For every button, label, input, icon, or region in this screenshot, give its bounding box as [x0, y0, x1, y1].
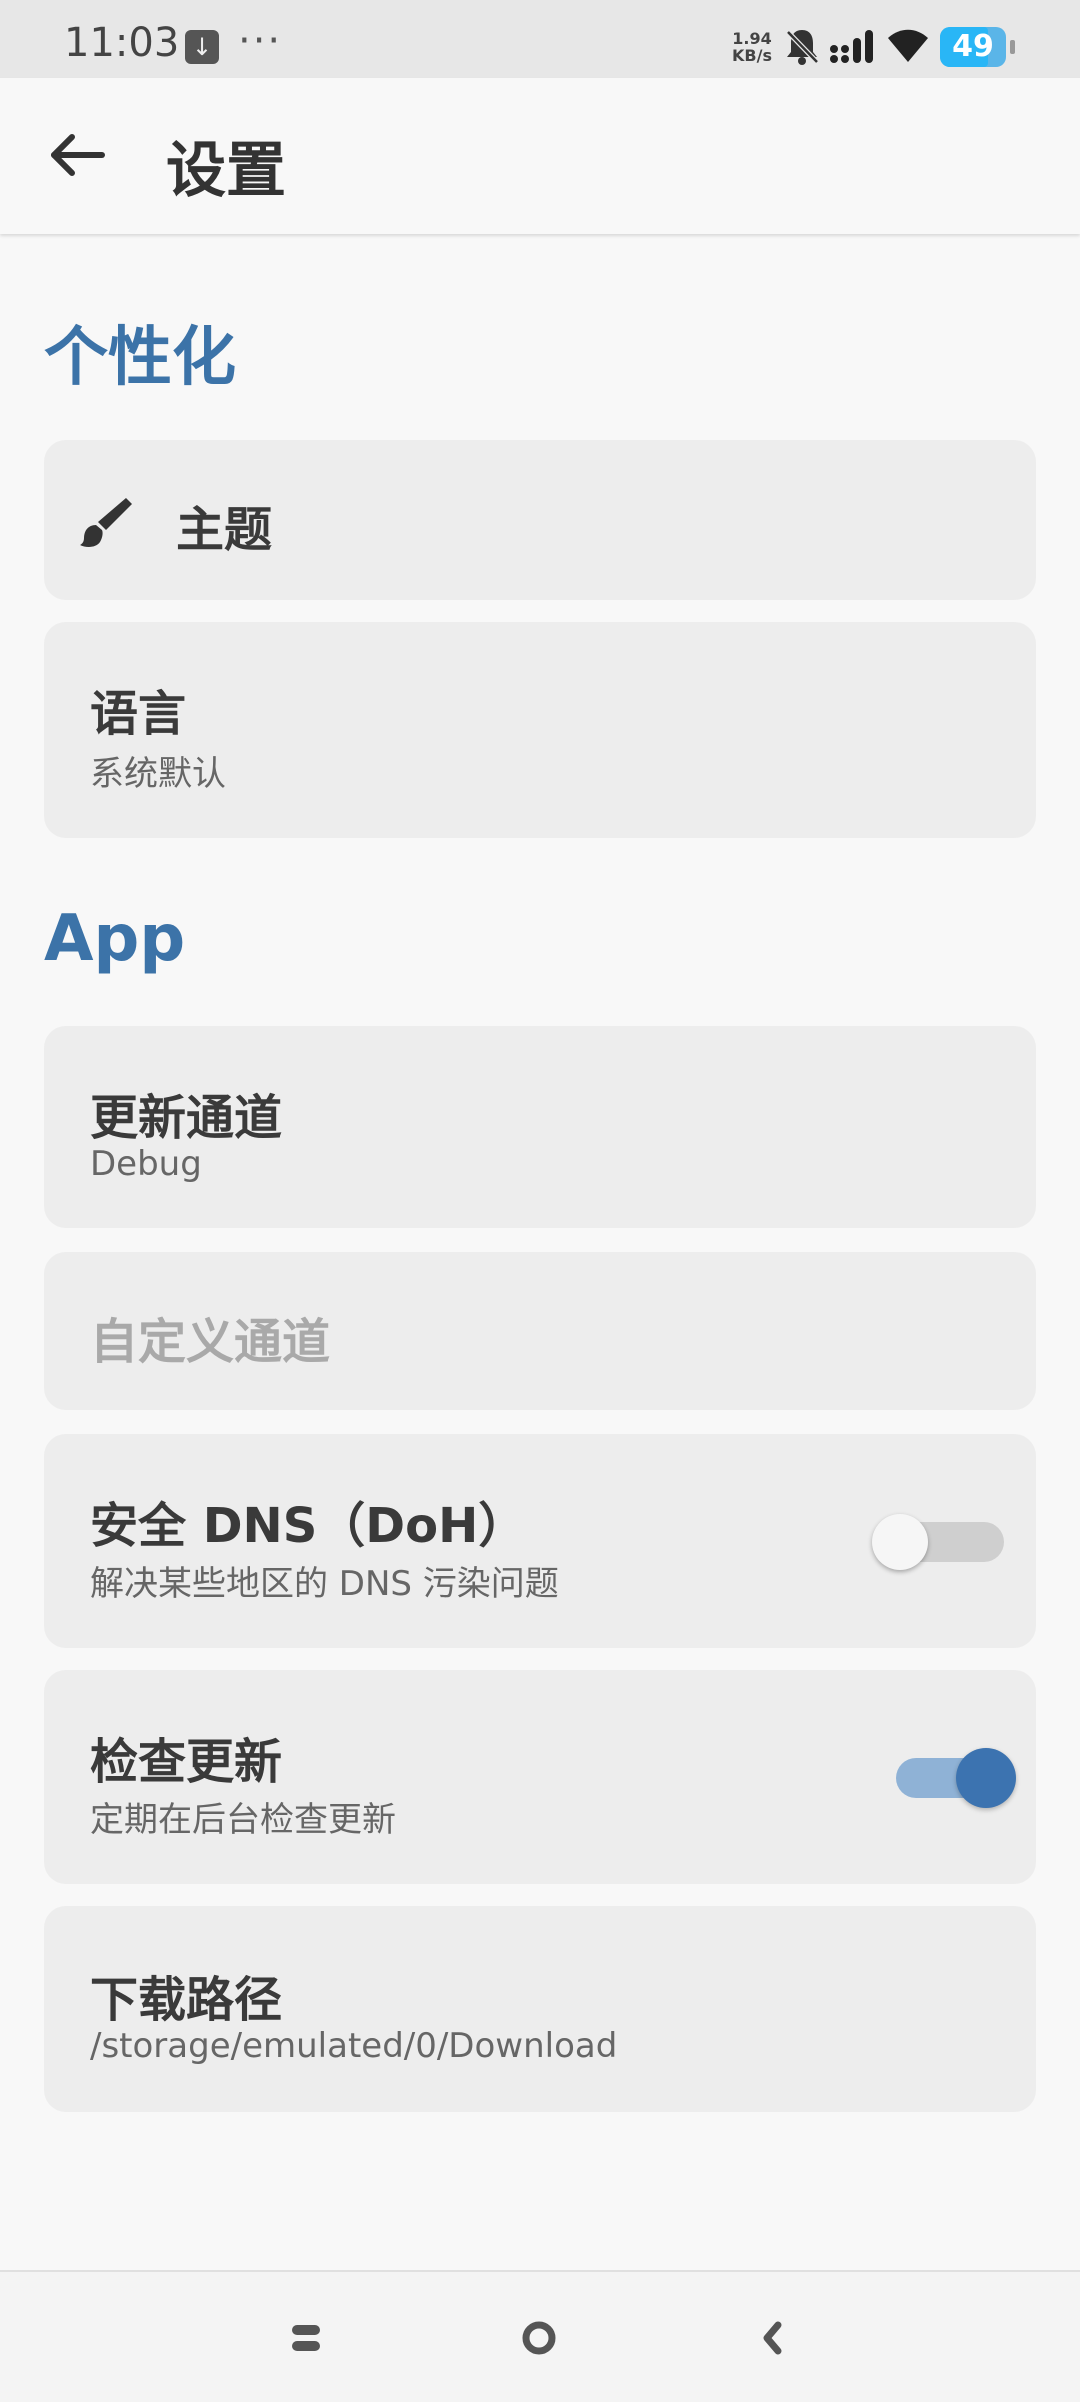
secure-dns-setting[interactable]: 安全 DNS（DoH） 解决某些地区的 DNS 污染问题	[44, 1434, 1036, 1648]
check-update-title: 检查更新	[90, 1734, 283, 1790]
app-bar: 设置	[0, 78, 1080, 234]
back-nav-icon[interactable]	[752, 2316, 796, 2360]
battery-level: 49	[952, 29, 994, 64]
signal-icon	[830, 30, 873, 63]
language-setting[interactable]: 语言 系统默认	[44, 622, 1036, 838]
arrow-left-icon[interactable]	[40, 118, 114, 192]
update-channel-value: Debug	[90, 1144, 202, 1184]
page-title: 设置	[166, 136, 286, 206]
check-update-subtitle: 定期在后台检查更新	[90, 1800, 396, 1840]
check-update-switch-thumb[interactable]	[956, 1748, 1016, 1808]
section-title-personalization: 个性化	[44, 321, 236, 395]
secure-dns-title: 安全 DNS（DoH）	[90, 1498, 527, 1554]
navigation-bar	[0, 2270, 1080, 2402]
update-channel-setting[interactable]: 更新通道 Debug	[44, 1026, 1036, 1228]
download-path-setting[interactable]: 下载路径 /storage/emulated/0/Download	[44, 1906, 1036, 2112]
secure-dns-switch-thumb[interactable]	[872, 1514, 928, 1570]
bell-off-icon	[786, 30, 819, 65]
custom-channel-setting: 自定义通道	[44, 1252, 1036, 1410]
brush-icon	[80, 498, 132, 547]
download-path-title: 下载路径	[90, 1972, 283, 2028]
home-icon[interactable]	[517, 2316, 561, 2360]
custom-channel-title: 自定义通道	[90, 1314, 331, 1370]
download-arrow-icon: ↓	[185, 30, 219, 64]
theme-setting[interactable]: 主题	[44, 440, 1036, 600]
status-bar: 11:03 ↓ ··· 1.94 KB/s 49	[0, 0, 1080, 78]
language-value: 系统默认	[90, 754, 226, 794]
wifi-icon	[888, 29, 928, 62]
more-notifications: ···	[238, 18, 283, 64]
network-speed: 1.94 KB/s	[732, 30, 772, 64]
speed-unit: KB/s	[732, 46, 772, 65]
theme-label: 主题	[176, 502, 273, 558]
download-path-value: /storage/emulated/0/Download	[90, 2026, 618, 2066]
recents-icon[interactable]	[284, 2316, 328, 2360]
battery-icon: 49	[940, 27, 1006, 67]
speed-value: 1.94	[732, 29, 772, 48]
secure-dns-subtitle: 解决某些地区的 DNS 污染问题	[90, 1564, 559, 1604]
status-time: 11:03	[64, 20, 180, 66]
section-title-app: App	[44, 902, 186, 976]
language-title: 语言	[90, 686, 187, 742]
check-update-setting[interactable]: 检查更新 定期在后台检查更新	[44, 1670, 1036, 1884]
update-channel-title: 更新通道	[90, 1090, 283, 1146]
battery-nub	[1010, 40, 1015, 54]
